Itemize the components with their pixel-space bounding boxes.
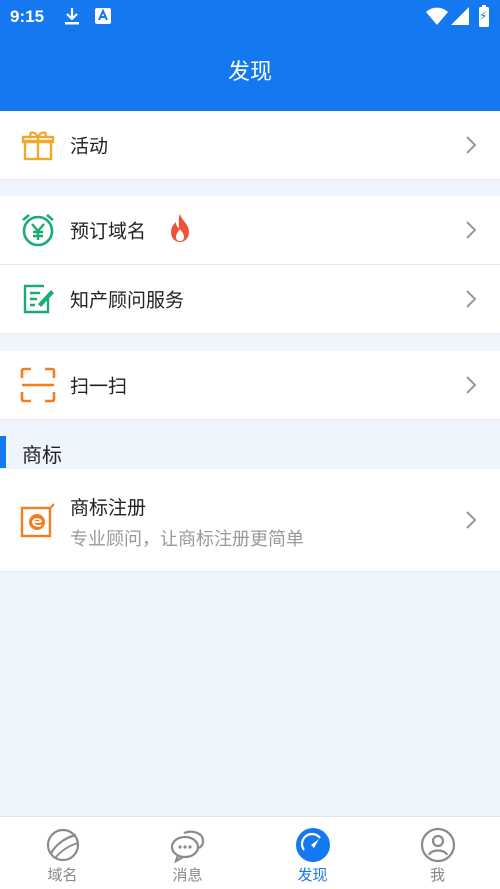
chevron-right-icon xyxy=(464,509,478,531)
planet-icon xyxy=(45,827,81,863)
signal-icon xyxy=(451,7,469,29)
chevron-right-icon xyxy=(464,134,478,156)
menu-item-reserve-domain[interactable]: 预订域名 xyxy=(0,196,500,265)
menu-item-label: 预订域名 xyxy=(70,220,147,243)
section-accent-bar xyxy=(0,436,6,468)
section-header-trademark: 商标 xyxy=(0,434,500,468)
menu-item-scan[interactable]: 扫一扫 xyxy=(0,351,500,420)
gift-icon xyxy=(20,127,56,163)
chevron-right-icon xyxy=(464,288,478,310)
battery-icon: ⚡ xyxy=(478,5,490,31)
app-header: 发现 xyxy=(0,34,500,111)
document-edit-icon xyxy=(20,281,56,317)
menu-item-trademark-registration[interactable]: 商标注册 专业顾问，让商标注册更简单 xyxy=(0,469,500,572)
chevron-right-icon xyxy=(464,374,478,396)
compass-icon xyxy=(295,827,331,863)
tab-label: 我 xyxy=(429,866,445,884)
status-time: 9:15 xyxy=(10,7,45,26)
wifi-icon xyxy=(426,7,448,29)
menu-item-label: 知产顾问服务 xyxy=(70,289,185,312)
app-notification-icon xyxy=(94,7,112,29)
user-icon xyxy=(420,827,456,863)
battery-charging-glyph: ⚡ xyxy=(479,9,488,23)
fire-icon xyxy=(168,213,192,243)
download-icon xyxy=(63,7,81,31)
scan-icon xyxy=(20,367,56,403)
chevron-right-icon xyxy=(464,219,478,241)
menu-item-label: 活动 xyxy=(70,135,109,158)
chat-icon xyxy=(170,827,206,864)
tab-domain[interactable]: 域名 xyxy=(0,817,125,889)
page-title: 发现 xyxy=(227,60,272,85)
menu-item-activities[interactable]: 活动 xyxy=(0,111,500,180)
tab-discover[interactable]: 发现 xyxy=(250,817,375,889)
menu-item-label: 扫一扫 xyxy=(70,375,128,398)
tab-label: 域名 xyxy=(47,866,78,884)
section-title: 商标 xyxy=(22,443,62,467)
bottom-tab-bar: 域名 消息 发现 我 xyxy=(0,816,500,889)
trademark-item-title: 商标注册 xyxy=(70,497,147,519)
trademark-item-subtitle: 专业顾问，让商标注册更简单 xyxy=(70,529,304,550)
menu-item-ip-consulting[interactable]: 知产顾问服务 xyxy=(0,265,500,334)
tab-label: 发现 xyxy=(297,866,328,884)
trademark-registration-icon xyxy=(20,502,56,538)
alarm-yen-icon xyxy=(20,212,56,248)
tab-messages[interactable]: 消息 xyxy=(125,817,250,889)
tab-me[interactable]: 我 xyxy=(375,817,500,889)
tab-label: 消息 xyxy=(172,866,203,884)
status-bar: 9:15 ⚡ xyxy=(0,0,500,34)
